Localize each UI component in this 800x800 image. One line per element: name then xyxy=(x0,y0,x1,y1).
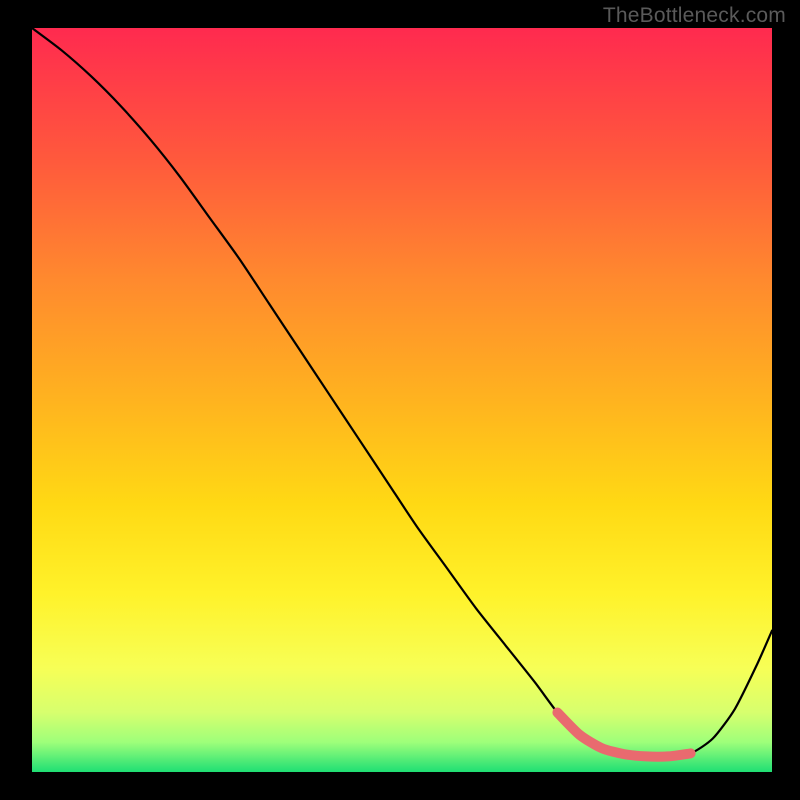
chart-container: TheBottleneck.com xyxy=(0,0,800,800)
watermark-text: TheBottleneck.com xyxy=(603,4,786,28)
optimal-zone-highlight xyxy=(557,712,690,756)
bottleneck-curve xyxy=(32,28,772,757)
plot-area xyxy=(32,28,772,772)
curve-layer xyxy=(32,28,772,772)
